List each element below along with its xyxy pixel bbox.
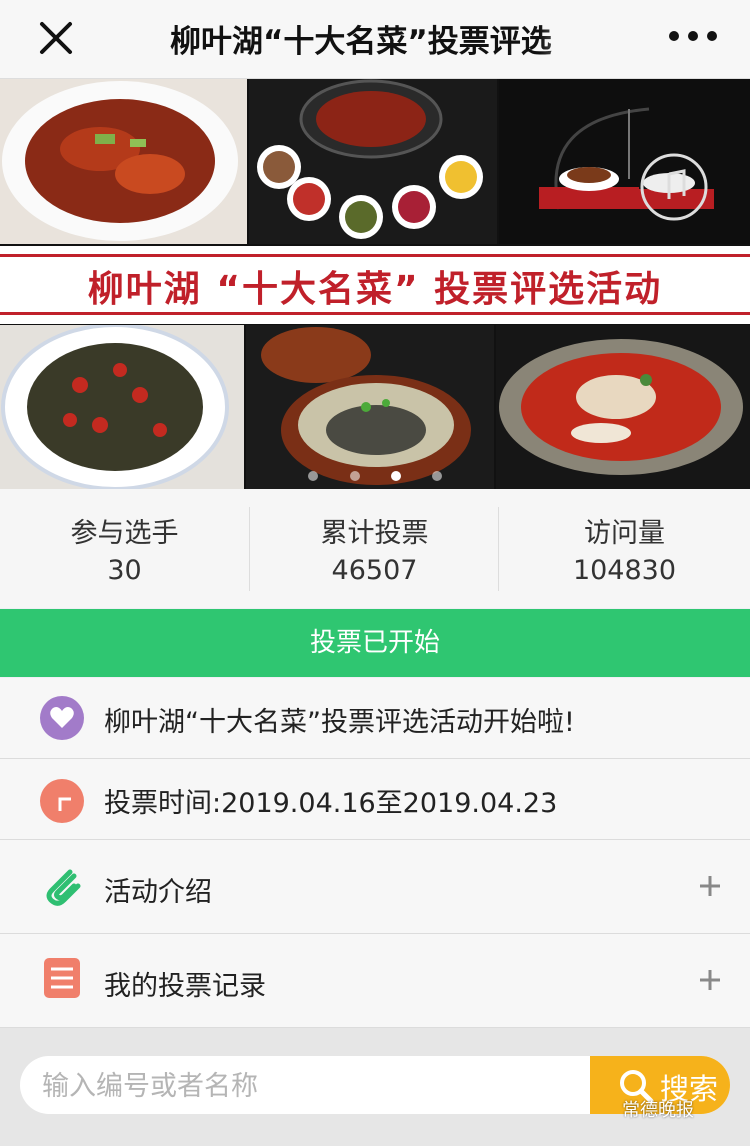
paperclip-icon [40,864,84,908]
search-area: 搜索 [0,1028,750,1146]
title-fade [540,14,600,62]
announcement-row: 柳叶湖“十大名菜”投票评选活动开始啦! [0,678,750,759]
my-votes-label: 我的投票记录 [104,964,266,1003]
stats-panel: 参与选手 30 累计投票 46507 访问量 104830 [0,489,750,608]
dish-photo-5 [246,325,494,489]
dish-photo-4 [0,325,244,489]
stat-value: 30 [0,555,249,586]
stat-participants: 参与选手 30 [0,489,249,608]
banner-carousel[interactable]: 柳叶湖 “十大名菜” 投票评选活动 [0,79,750,489]
dish-photo-2 [249,79,497,244]
stat-label: 累计投票 [250,511,499,550]
activity-intro-row[interactable]: 活动介绍 [0,840,750,934]
clock-icon [40,779,84,823]
top-nav-bar: 柳叶湖“十大名菜”投票评选 [0,0,750,79]
heart-icon [40,696,84,740]
carousel-dot[interactable] [432,471,442,481]
carousel-indicator [0,468,750,484]
watermark: 常德晚报 [622,1096,694,1122]
more-icon[interactable] [668,30,718,42]
banner-caption-text: 柳叶湖 “十大名菜” 投票评选活动 [0,260,750,312]
announcement-text: 柳叶湖“十大名菜”投票评选活动开始啦! [104,700,575,739]
carousel-dot-active[interactable] [391,471,401,481]
list-icon [40,956,84,1000]
search-input[interactable] [40,1056,564,1114]
page-title: 柳叶湖“十大名菜”投票评选 [170,16,595,60]
dish-photo-1 [0,79,247,244]
carousel-dot[interactable] [350,471,360,481]
stat-value: 104830 [499,555,750,586]
expand-plus-icon[interactable] [698,874,722,898]
expand-plus-icon[interactable] [698,968,722,992]
caption-rule-top [0,254,750,257]
stat-label: 访问量 [499,511,750,550]
activity-intro-label: 活动介绍 [104,870,212,909]
vote-status-bar[interactable]: 投票已开始 [0,609,750,677]
vote-time-row: 投票时间:2019.04.16至2019.04.23 [0,759,750,840]
dish-photo-6 [496,325,750,489]
stat-label: 参与选手 [0,511,249,550]
vote-time-text: 投票时间:2019.04.16至2019.04.23 [104,781,557,820]
stat-value: 46507 [250,555,499,586]
stat-visits: 访问量 104830 [499,489,750,608]
dish-photo-3 [499,79,750,244]
my-votes-row[interactable]: 我的投票记录 [0,934,750,1028]
close-icon[interactable] [36,18,76,58]
banner-caption: 柳叶湖 “十大名菜” 投票评选活动 [0,246,750,324]
carousel-dot[interactable] [308,471,318,481]
caption-rule-bottom [0,312,750,315]
stat-total-votes: 累计投票 46507 [250,489,499,608]
